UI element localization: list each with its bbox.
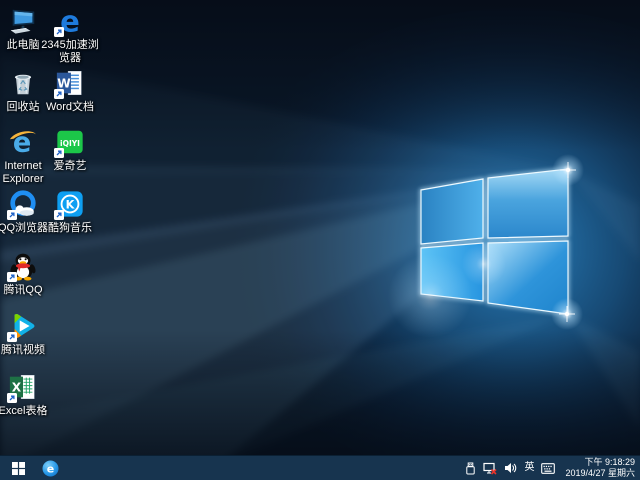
clock-time: 下午 9:18:29 (565, 457, 635, 468)
internet-explorer-icon: e (8, 127, 38, 157)
touch-keyboard-tray-icon[interactable] (541, 463, 555, 474)
shortcut-arrow-icon (7, 272, 17, 282)
desktop-icon-label: Excel表格 (0, 405, 47, 418)
desktop-icon-label: 酷狗音乐 (48, 222, 92, 235)
desktop-icon-iqiyi[interactable]: iQIYI 爱奇艺 (38, 127, 102, 173)
ime-language-indicator[interactable]: 英 (524, 463, 534, 473)
shortcut-arrow-icon (7, 393, 17, 403)
excel-icon: X (8, 372, 38, 402)
desktop-icon-kugou[interactable]: K 酷狗音乐 (38, 189, 102, 235)
desktop-icon-label: 腾讯视频 (1, 344, 45, 357)
taskbar: e (0, 455, 640, 480)
recycle-bin-icon (8, 68, 38, 98)
shortcut-arrow-icon (7, 332, 17, 342)
word-icon: W (55, 68, 85, 98)
iqiyi-icon: iQIYI (55, 127, 85, 157)
desktop-icon-label: 此电脑 (7, 39, 40, 52)
taskbar-2345-browser-button[interactable]: e (38, 456, 62, 480)
2345-browser-icon: e (55, 6, 85, 36)
taskbar-clock[interactable]: 下午 9:18:29 2019/4/27 星期六 (565, 457, 635, 479)
tencent-video-icon (8, 311, 38, 341)
desktop-icon-tencent-qq[interactable]: 腾讯QQ (0, 251, 55, 297)
desktop-icon-excel[interactable]: X Excel表格 (0, 372, 55, 418)
kugou-k-glyph: K (66, 199, 76, 212)
desktop-icon-label: 爱奇艺 (54, 160, 87, 173)
windows-logo-icon (12, 462, 25, 475)
desktop-icon-label: Word文档 (46, 101, 94, 114)
qq-penguin-icon (8, 251, 38, 281)
volume-tray-icon[interactable] (504, 462, 517, 474)
taskbar-e-glyph: e (46, 462, 53, 475)
system-tray: 英 下午 9:18:29 2019/4/27 星期六 (465, 457, 640, 479)
this-pc-icon (8, 6, 38, 36)
network-disconnected-tray-icon[interactable] (483, 462, 497, 475)
clock-date: 2019/4/27 星期六 (565, 468, 635, 479)
kugou-music-icon: K (55, 189, 85, 219)
desktop: 此电脑 e 2345加速浏览器 回收站 (0, 0, 640, 480)
iqiyi-glyph: iQIYI (60, 139, 80, 148)
qq-browser-icon (8, 189, 38, 219)
desktop-icon-2345-browser[interactable]: e 2345加速浏览器 (38, 6, 102, 65)
desktop-icon-tencent-video[interactable]: 腾讯视频 (0, 311, 55, 357)
desktop-icon-label: 回收站 (7, 101, 40, 114)
shortcut-arrow-icon (54, 148, 64, 158)
desktop-icon-word[interactable]: W Word文档 (38, 68, 102, 114)
start-button[interactable] (6, 456, 30, 480)
shortcut-arrow-icon (7, 210, 17, 220)
usb-device-tray-icon[interactable] (465, 462, 476, 475)
shortcut-arrow-icon (54, 210, 64, 220)
shortcut-arrow-icon (54, 27, 64, 37)
desktop-icon-label: 腾讯QQ (3, 284, 42, 297)
desktop-icon-label: 2345加速浏览器 (38, 39, 102, 65)
shortcut-arrow-icon (54, 89, 64, 99)
2345-browser-taskbar-icon: e (42, 460, 59, 477)
